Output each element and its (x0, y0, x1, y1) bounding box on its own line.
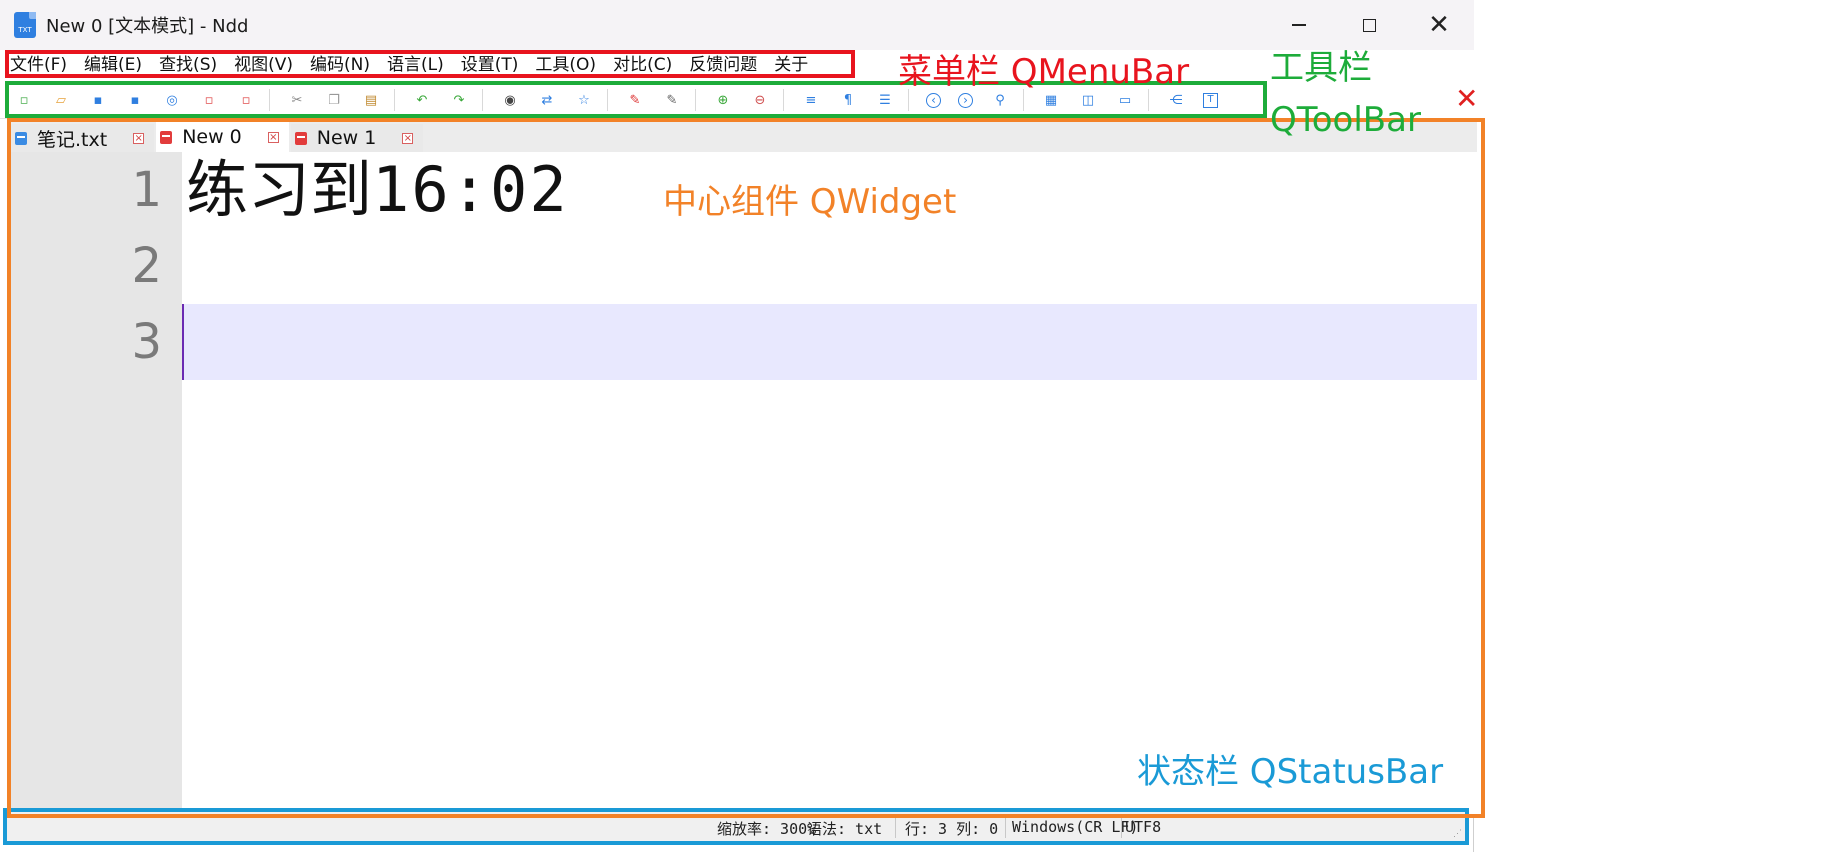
status-divider (1121, 816, 1122, 838)
status-position: 行: 3 列: 0 (905, 820, 999, 838)
menubar-annotation: 菜单栏 QMenuBar (898, 52, 1190, 92)
status-zoom: 缩放率: 300% (717, 820, 817, 838)
title-bar[interactable]: TXT New 0 [文本模式] - Ndd ✕ (0, 0, 1474, 50)
status-divider (1005, 816, 1006, 838)
maximize-icon (1362, 18, 1376, 32)
central-widget-annotation: 中心组件 QWidget (663, 182, 957, 222)
minimize-icon (1292, 24, 1306, 26)
resize-grip-icon[interactable]: ⋰ (1453, 829, 1463, 839)
app-icon-label: TXT (18, 26, 32, 34)
toolbar-annotation-line1: 工具栏 (1270, 48, 1372, 88)
close-button[interactable]: ✕ (1404, 0, 1474, 50)
close-icon: ✕ (1455, 82, 1479, 115)
toolbar-close-button[interactable]: ✕ (1455, 82, 1478, 116)
status-encoding: UTF8 (1125, 818, 1162, 836)
statusbar-annotation: 状态栏 QStatusBar (1137, 752, 1444, 792)
txt-file-icon: TXT (14, 12, 36, 38)
status-divider (895, 816, 896, 838)
close-icon: ✕ (1428, 10, 1450, 40)
screenshot-stage: TXT New 0 [文本模式] - Ndd ✕ 文件(F) 编辑(E) 查找(S)… (0, 0, 1838, 852)
menubar-annotation-box (5, 50, 855, 78)
status-line-ending: Windows(CR LF) (1012, 818, 1139, 836)
window-title: New 0 [文本模式] - Ndd (46, 16, 249, 37)
status-syntax: 语法: txt (807, 820, 883, 838)
toolbar-annotation-line2: QToolBar (1270, 100, 1421, 140)
central-widget-annotation-box (7, 118, 1485, 818)
